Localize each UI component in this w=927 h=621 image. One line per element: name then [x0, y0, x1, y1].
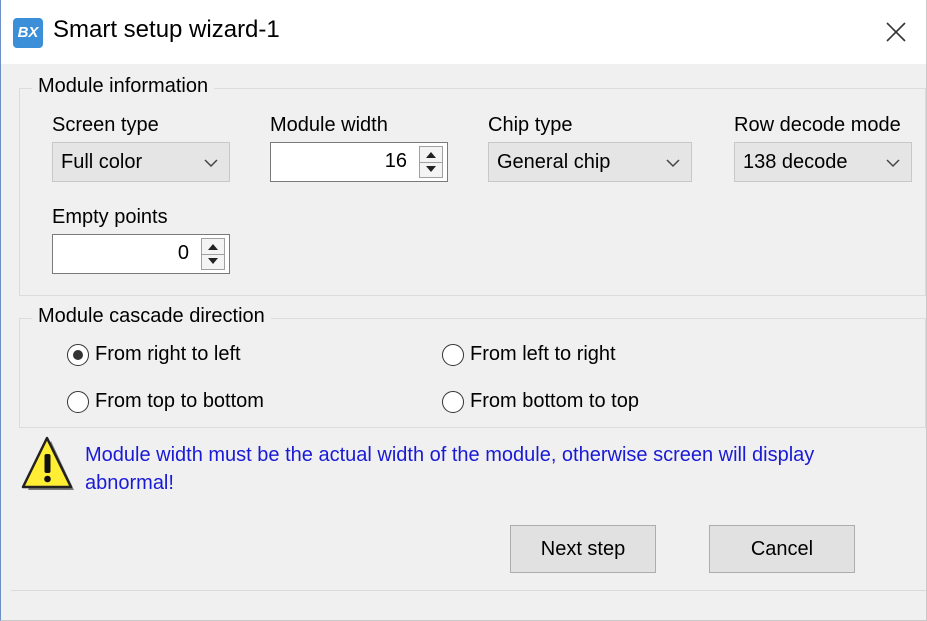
title-bar: BX Smart setup wizard-1 — [1, 0, 926, 64]
module-width-stepper[interactable]: 16 — [270, 142, 448, 182]
radio-right-to-left-label: From right to left — [95, 343, 241, 365]
radio-circle — [442, 343, 464, 366]
radio-circle — [67, 390, 89, 413]
empty-points-stepper[interactable]: 0 — [52, 234, 230, 274]
row-decode-mode-select[interactable]: 138 decode — [734, 142, 912, 182]
radio-circle — [442, 390, 464, 413]
app-logo-icon: BX — [13, 18, 43, 48]
cascade-direction-title: Module cascade direction — [32, 305, 271, 328]
radio-top-to-bottom-label: From top to bottom — [95, 390, 264, 412]
empty-points-spin-buttons — [201, 238, 225, 270]
empty-points-label: Empty points — [52, 206, 168, 228]
smart-setup-wizard-window: BX Smart setup wizard-1 Module informati… — [0, 0, 927, 621]
chevron-down-icon — [204, 159, 218, 168]
chip-type-label: Chip type — [488, 114, 573, 136]
empty-points-decrement-button[interactable] — [202, 254, 224, 269]
module-width-label: Module width — [270, 114, 388, 136]
radio-top-to-bottom[interactable]: From top to bottom — [67, 390, 264, 413]
footer-divider — [11, 590, 926, 591]
module-width-increment-button[interactable] — [420, 147, 442, 163]
screen-type-label: Screen type — [52, 114, 159, 136]
radio-circle — [67, 343, 89, 366]
warning-icon — [21, 436, 74, 490]
close-button[interactable] — [866, 0, 926, 64]
chevron-down-icon — [886, 159, 900, 168]
close-icon — [886, 22, 906, 42]
empty-points-value: 0 — [177, 242, 189, 264]
module-information-title: Module information — [32, 75, 215, 98]
radio-left-to-right-label: From left to right — [470, 343, 616, 365]
arrow-down-icon — [208, 258, 218, 264]
row-decode-mode-label: Row decode mode — [734, 114, 901, 136]
module-width-value: 16 — [384, 150, 407, 172]
screen-type-select[interactable]: Full color — [52, 142, 230, 182]
radio-bottom-to-top-label: From bottom to top — [470, 390, 639, 412]
arrow-up-icon — [208, 244, 218, 250]
empty-points-increment-button[interactable] — [202, 239, 224, 255]
cancel-button[interactable]: Cancel — [709, 525, 855, 573]
module-width-decrement-button[interactable] — [420, 162, 442, 177]
chip-type-value: General chip — [497, 151, 611, 173]
module-width-spin-buttons — [419, 146, 443, 178]
window-title: Smart setup wizard-1 — [53, 16, 280, 43]
warning-message: Module width must be the actual width of… — [85, 444, 815, 494]
radio-left-to-right[interactable]: From left to right — [442, 343, 616, 366]
screen-type-value: Full color — [61, 151, 143, 173]
next-step-button[interactable]: Next step — [510, 525, 656, 573]
radio-bottom-to-top[interactable]: From bottom to top — [442, 390, 639, 413]
radio-right-to-left[interactable]: From right to left — [67, 343, 241, 366]
chip-type-select[interactable]: General chip — [488, 142, 692, 182]
radio-selected-dot — [73, 349, 83, 360]
arrow-up-icon — [426, 152, 436, 158]
arrow-down-icon — [426, 166, 436, 172]
row-decode-mode-value: 138 decode — [743, 151, 848, 173]
chevron-down-icon — [666, 159, 680, 168]
